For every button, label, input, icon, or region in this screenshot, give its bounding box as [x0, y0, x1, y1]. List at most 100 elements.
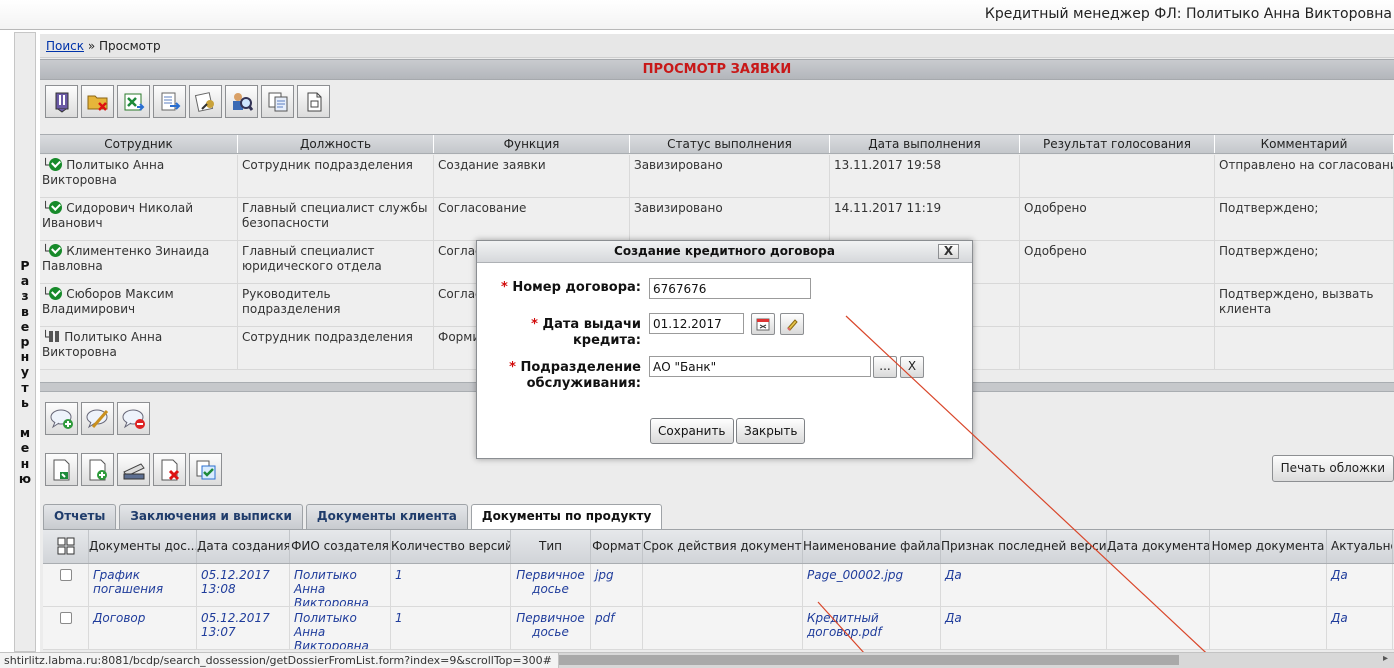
search-person-icon[interactable]: [225, 85, 258, 118]
col-versions[interactable]: Количество версий: [391, 530, 511, 563]
comment-add-icon[interactable]: [45, 402, 78, 435]
documents-grid-header: Документы дос... Дата создания ФИО созда…: [43, 530, 1394, 564]
tab-conclusions[interactable]: Заключения и выписки: [119, 504, 303, 529]
validity-cell: [643, 564, 803, 606]
actual-cell: Да: [1327, 564, 1393, 606]
col-function[interactable]: Функция: [434, 135, 630, 153]
status-cell: Завизировано: [630, 198, 830, 240]
copy-document-icon[interactable]: [261, 85, 294, 118]
close-button[interactable]: Закрыть: [736, 418, 806, 444]
col-actual[interactable]: Актуальность: [1327, 530, 1393, 563]
top-bar: Кредитный менеджер ФЛ: Политыко Анна Вик…: [0, 0, 1394, 30]
col-comment[interactable]: Комментарий: [1215, 135, 1394, 153]
breadcrumb-search-link[interactable]: Поиск: [46, 39, 84, 53]
scanner-icon[interactable]: [117, 453, 150, 486]
folder-delete-icon[interactable]: [81, 85, 114, 118]
browser-status-bar: shtirlitz.labma.ru:8081/bcdp/search_doss…: [0, 652, 1394, 668]
collapse-menu-label[interactable]: Р а з в е р н у т ь м е н ю: [15, 258, 35, 486]
col-file-name[interactable]: Наименование файла: [803, 530, 941, 563]
employee-cell: └ Политыко Анна Викторовна: [40, 327, 238, 369]
row-checkbox[interactable]: [43, 607, 89, 649]
file-name-cell[interactable]: Кредитный договор.pdf: [803, 607, 941, 649]
document-forward-icon[interactable]: [153, 85, 186, 118]
horizontal-scrollbar[interactable]: ▸: [558, 653, 1394, 668]
col-created[interactable]: Дата создания: [197, 530, 290, 563]
document-approve-icon[interactable]: [189, 453, 222, 486]
excel-export-icon[interactable]: [117, 85, 150, 118]
breadcrumb-separator: »: [84, 39, 99, 53]
col-type[interactable]: Тип: [511, 530, 591, 563]
col-employee[interactable]: Сотрудник: [40, 135, 238, 153]
comment-delete-icon[interactable]: [117, 402, 150, 435]
clear-unit-button[interactable]: X: [900, 356, 924, 378]
versions-cell: 1: [391, 607, 511, 649]
comment-edit-icon[interactable]: [81, 402, 114, 435]
col-latest-version[interactable]: Признак последней версии: [941, 530, 1107, 563]
tab-client-documents[interactable]: Документы клиента: [305, 504, 468, 529]
save-button[interactable]: Сохранить: [650, 418, 734, 444]
tab-product-documents[interactable]: Документы по продукту: [470, 504, 663, 529]
approved-check-icon: [49, 158, 63, 171]
col-date[interactable]: Дата выполнения: [830, 135, 1020, 153]
doc-name-cell[interactable]: График погашения: [89, 564, 197, 606]
comment-cell: Подтверждено, вызвать клиента: [1215, 284, 1394, 326]
issue-date-input[interactable]: [649, 313, 744, 334]
position-cell: Сотрудник подразделения: [238, 327, 434, 369]
print-cover-button[interactable]: Печать обложки: [1271, 455, 1394, 482]
bookmark-icon[interactable]: [45, 85, 78, 118]
calendar-icon[interactable]: [751, 313, 775, 335]
position-cell: Руководитель подразделения: [238, 284, 434, 326]
col-doc-name[interactable]: Документы дос...: [89, 530, 197, 563]
documents-toolbar: [45, 453, 222, 486]
doc-number-cell: [1210, 607, 1327, 649]
doc-name-cell[interactable]: Договор: [89, 607, 197, 649]
document-delete-icon[interactable]: [153, 453, 186, 486]
col-position[interactable]: Должность: [238, 135, 434, 153]
position-cell: Сотрудник подразделения: [238, 155, 434, 197]
document-add-icon[interactable]: [81, 453, 114, 486]
col-validity[interactable]: Срок действия документа: [643, 530, 803, 563]
creator-cell: Политыко Анна Викторовна: [290, 607, 391, 649]
date-cell: 13.11.2017 19:58: [830, 155, 1020, 197]
col-vote[interactable]: Результат голосования: [1020, 135, 1215, 153]
created-cell: 05.12.2017 13:07: [197, 607, 290, 649]
required-mark: *: [531, 317, 538, 332]
employee-cell: └ Сюборов Максим Владимирович: [40, 284, 238, 326]
breadcrumb: Поиск » Просмотр: [40, 34, 1394, 58]
scrollbar-thumb[interactable]: [558, 655, 1179, 665]
col-doc-number[interactable]: Номер документа: [1210, 530, 1327, 563]
doc-date-cell: [1107, 564, 1210, 606]
row-checkbox[interactable]: [43, 564, 89, 606]
validity-cell: [643, 607, 803, 649]
type-cell: Первичное досье: [511, 607, 591, 649]
service-unit-input[interactable]: [649, 356, 871, 377]
page-title: ПРОСМОТР ЗАЯВКИ: [40, 59, 1394, 80]
col-creator[interactable]: ФИО создателя: [290, 530, 391, 563]
col-format[interactable]: Формат: [591, 530, 643, 563]
scroll-right-icon[interactable]: ▸: [1383, 653, 1388, 664]
table-row[interactable]: └ Сидорович Николай Иванович Главный спец…: [40, 198, 1394, 241]
collapse-menu-panel[interactable]: Р а з в е р н у т ь м е н ю: [14, 32, 36, 652]
file-name-cell[interactable]: Page_00002.jpg: [803, 564, 941, 606]
document-import-icon[interactable]: [45, 453, 78, 486]
status-url: shtirlitz.labma.ru:8081/bcdp/search_doss…: [0, 653, 559, 668]
table-row[interactable]: Договор 05.12.2017 13:07 Политыко Анна В…: [43, 607, 1394, 650]
table-row[interactable]: └ Политыко Анна Викторовна Сотрудник подр…: [40, 155, 1394, 198]
browse-unit-button[interactable]: ...: [873, 356, 897, 378]
col-status[interactable]: Статус выполнения: [630, 135, 830, 153]
comment-cell: [1215, 327, 1394, 369]
col-doc-date[interactable]: Дата документа: [1107, 530, 1210, 563]
sign-document-icon[interactable]: [189, 85, 222, 118]
table-row[interactable]: График погашения 05.12.2017 13:08 Политы…: [43, 564, 1394, 607]
vote-cell: [1020, 155, 1215, 197]
tab-reports[interactable]: Отчеты: [43, 504, 117, 529]
approval-grid-header: Сотрудник Должность Функция Статус выпол…: [40, 134, 1394, 154]
clear-date-icon[interactable]: [780, 313, 804, 335]
vote-cell: [1020, 327, 1215, 369]
contract-number-input[interactable]: [649, 278, 811, 299]
vote-cell: Одобрено: [1020, 241, 1215, 283]
dialog-close-icon[interactable]: X: [938, 244, 959, 259]
position-cell: Главный специалист юридического отдела: [238, 241, 434, 283]
column-chooser-icon[interactable]: [43, 530, 89, 563]
page-icon[interactable]: [297, 85, 330, 118]
